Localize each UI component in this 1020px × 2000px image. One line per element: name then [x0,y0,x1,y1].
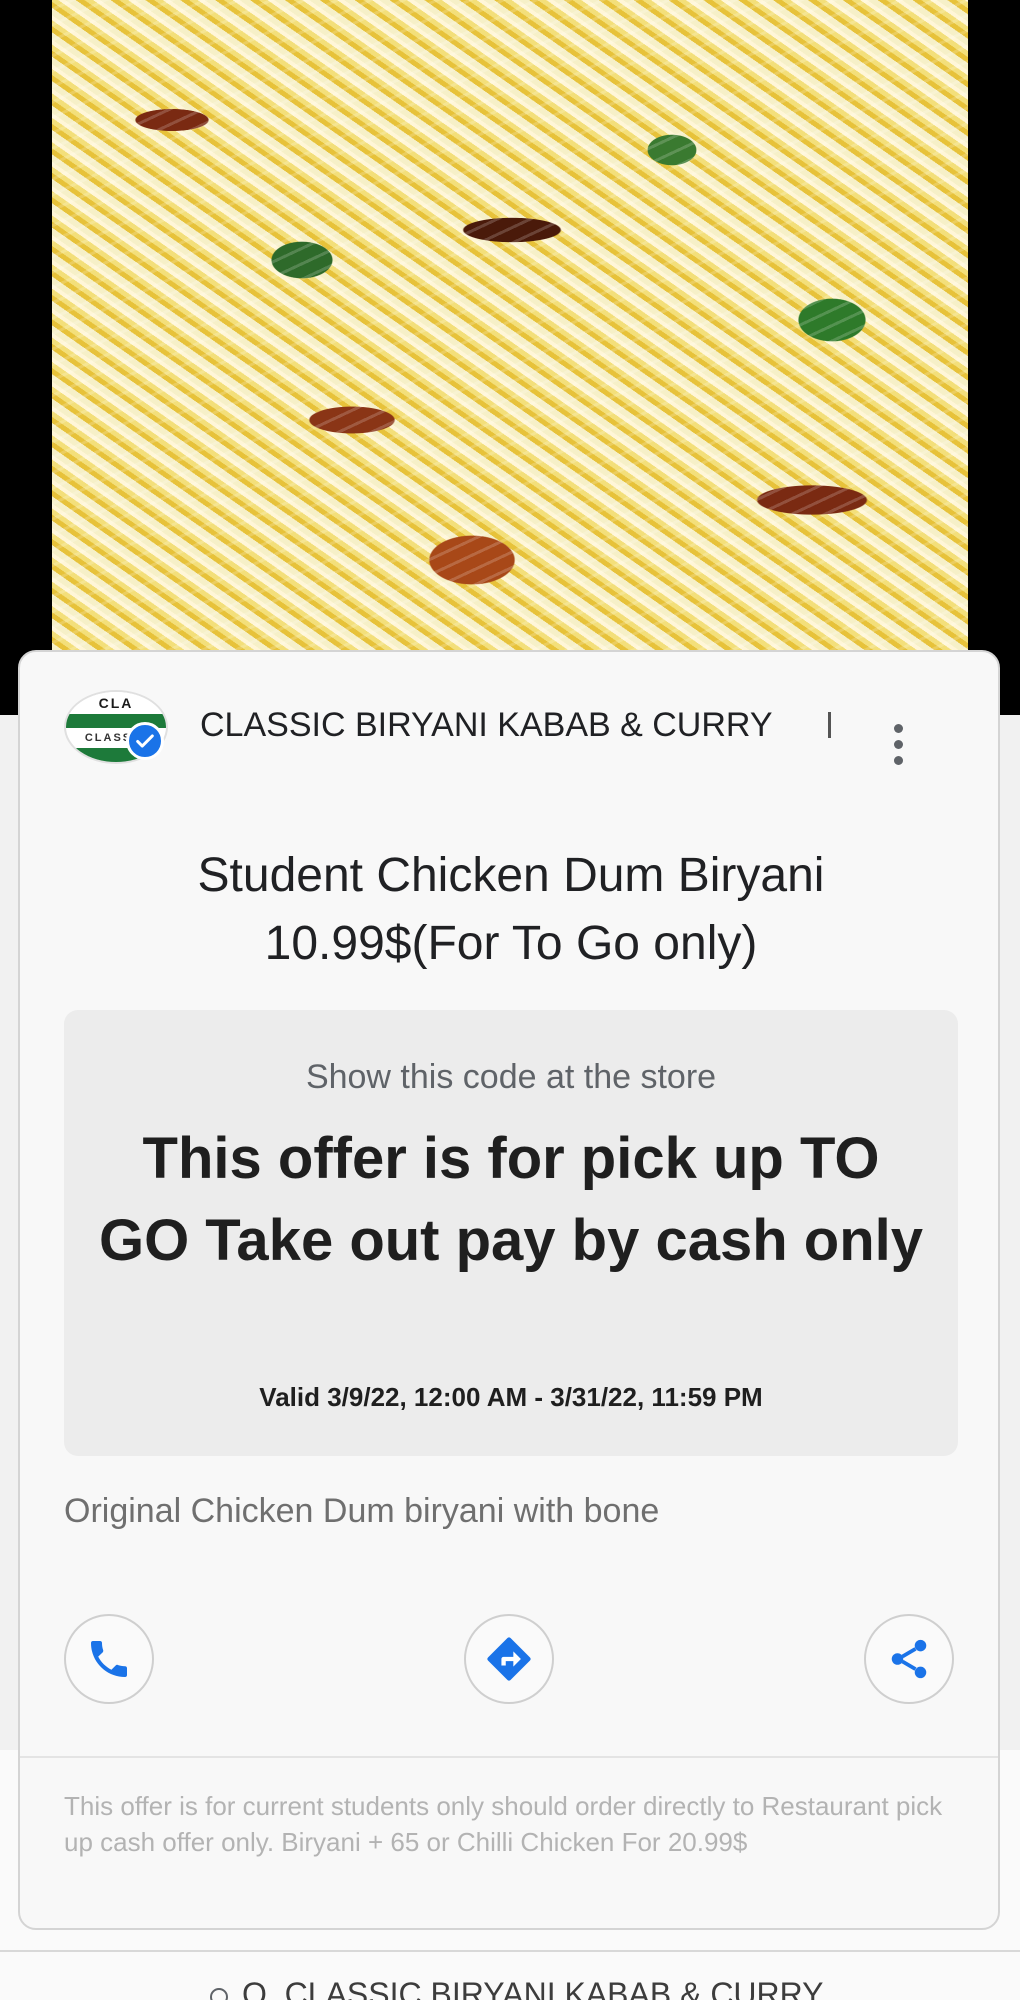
dot-icon [893,755,903,765]
offer-title: Student Chicken Dum Biryani 10.99$(For T… [197,849,825,970]
share-button[interactable] [864,1614,954,1704]
offer-card: CLA CLASSIC CLASSIC BIRYANI KABAB & CURR… [18,650,1000,1930]
directions-button[interactable] [464,1614,554,1704]
offer-validity: Valid 3/9/22, 12:00 AM - 3/31/22, 11:59 … [259,1382,763,1412]
offer-terms: This offer is for current students only … [64,1791,943,1857]
phone-icon [91,1641,127,1677]
divider [0,1950,1020,1952]
more-options-button[interactable] [880,714,916,774]
code-hint: Show this code at the store [305,1058,717,1096]
logo-text-top: CLA [66,692,166,714]
dot-icon [893,723,903,733]
footer-address-text: Q, CLASSIC BIRYANI KABAB & CURRY [242,1976,824,2000]
offer-description: Original Chicken Dum biryani with bone [64,1492,660,1530]
share-icon [891,1639,927,1679]
call-button[interactable] [64,1614,154,1704]
directions-icon [487,1637,531,1681]
location-pin-icon [210,1983,232,2000]
divider [20,1756,998,1758]
card-header: CLA CLASSIC CLASSIC BIRYANI KABAB & CURR… [20,652,998,792]
verified-badge-icon [126,722,164,760]
business-name[interactable]: CLASSIC BIRYANI KABAB & CURRY [200,706,850,745]
dot-icon [893,739,903,749]
offer-code-box: Show this code at the store This offer i… [64,1010,958,1456]
offer-hero-image [52,0,968,650]
offer-code: This offer is for pick up TO GO Take out… [98,1126,924,1273]
title-cursor [828,712,831,738]
footer-address[interactable]: Q, CLASSIC BIRYANI KABAB & CURRY [210,1976,910,2000]
